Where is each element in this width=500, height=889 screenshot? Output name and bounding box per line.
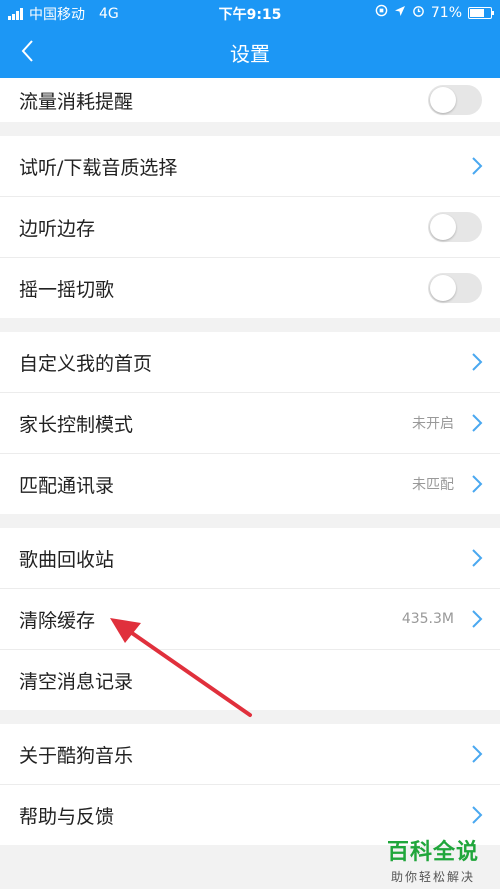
row-label: 匹配通讯录	[19, 474, 115, 497]
chevron-right-icon	[472, 610, 483, 628]
group-separator	[0, 318, 500, 332]
rotation-lock-icon	[375, 4, 388, 21]
location-icon	[394, 5, 406, 21]
row-label: 摇一摇切歌	[19, 278, 115, 301]
settings-group: 关于酷狗音乐 帮助与反馈	[0, 724, 500, 845]
settings-row[interactable]: 歌曲回收站	[0, 528, 500, 589]
row-label: 歌曲回收站	[19, 548, 115, 571]
chevron-right-icon	[472, 353, 483, 371]
row-label: 清除缓存	[19, 609, 96, 632]
row-label: 流量消耗提醒	[19, 90, 134, 113]
row-value: 未开启	[412, 416, 454, 432]
chevron-right-icon	[472, 157, 483, 175]
battery-icon	[468, 6, 494, 19]
page-title: 设置	[230, 42, 270, 66]
watermark-subtitle: 助你轻松解决	[390, 870, 475, 884]
chevron-right-icon	[472, 549, 483, 567]
toggle-knob	[430, 214, 456, 240]
alarm-icon	[412, 4, 425, 21]
status-bar: 中国移动 4G 下午9:15 71%	[0, 0, 500, 26]
annotation-arrow-icon	[110, 618, 252, 717]
toggle-switch[interactable]	[428, 85, 482, 115]
chevron-right-icon	[472, 475, 483, 493]
toggle-switch[interactable]	[428, 273, 482, 303]
chevron-right-icon	[472, 745, 483, 763]
toggle-switch[interactable]	[428, 212, 482, 242]
settings-group: 试听/下载音质选择 边听边存摇一摇切歌	[0, 136, 500, 318]
row-label: 家长控制模式	[19, 413, 134, 436]
settings-row: 流量消耗提醒	[0, 78, 500, 122]
settings-group: 自定义我的首页 家长控制模式 未开启匹配通讯录 未匹配	[0, 332, 500, 514]
battery-text: 71%	[430, 4, 462, 21]
settings-row[interactable]: 匹配通讯录 未匹配	[0, 454, 500, 514]
row-label: 试听/下载音质选择	[19, 156, 178, 179]
settings-row[interactable]: 试听/下载音质选择	[0, 136, 500, 197]
row-value: 未匹配	[412, 477, 454, 493]
watermark-logo: 百科全说 助你轻松解决	[374, 834, 492, 885]
settings-row[interactable]: 关于酷狗音乐	[0, 724, 500, 785]
row-label: 关于酷狗音乐	[19, 744, 134, 767]
row-label: 自定义我的首页	[19, 352, 153, 375]
row-label: 边听边存	[19, 217, 96, 240]
row-label: 帮助与反馈	[19, 805, 115, 828]
toggle-knob	[430, 275, 456, 301]
chevron-right-icon	[472, 414, 483, 432]
settings-group: 流量消耗提醒	[0, 78, 500, 122]
group-separator	[0, 514, 500, 528]
group-separator	[0, 122, 500, 136]
chevron-right-icon	[472, 806, 483, 824]
header-bar: 中国移动 4G 下午9:15 71% 设置	[0, 0, 500, 78]
settings-list: 流量消耗提醒试听/下载音质选择 边听边存摇一摇切歌自定义我的首页 家长控制模式 未开启…	[0, 78, 500, 845]
settings-row: 边听边存	[0, 197, 500, 258]
settings-row[interactable]: 自定义我的首页	[0, 332, 500, 393]
settings-row: 摇一摇切歌	[0, 258, 500, 318]
watermark-title: 百科全说	[386, 840, 479, 865]
row-value: 435.3M	[401, 611, 454, 627]
settings-row[interactable]: 家长控制模式 未开启	[0, 393, 500, 454]
toggle-knob	[430, 87, 456, 113]
